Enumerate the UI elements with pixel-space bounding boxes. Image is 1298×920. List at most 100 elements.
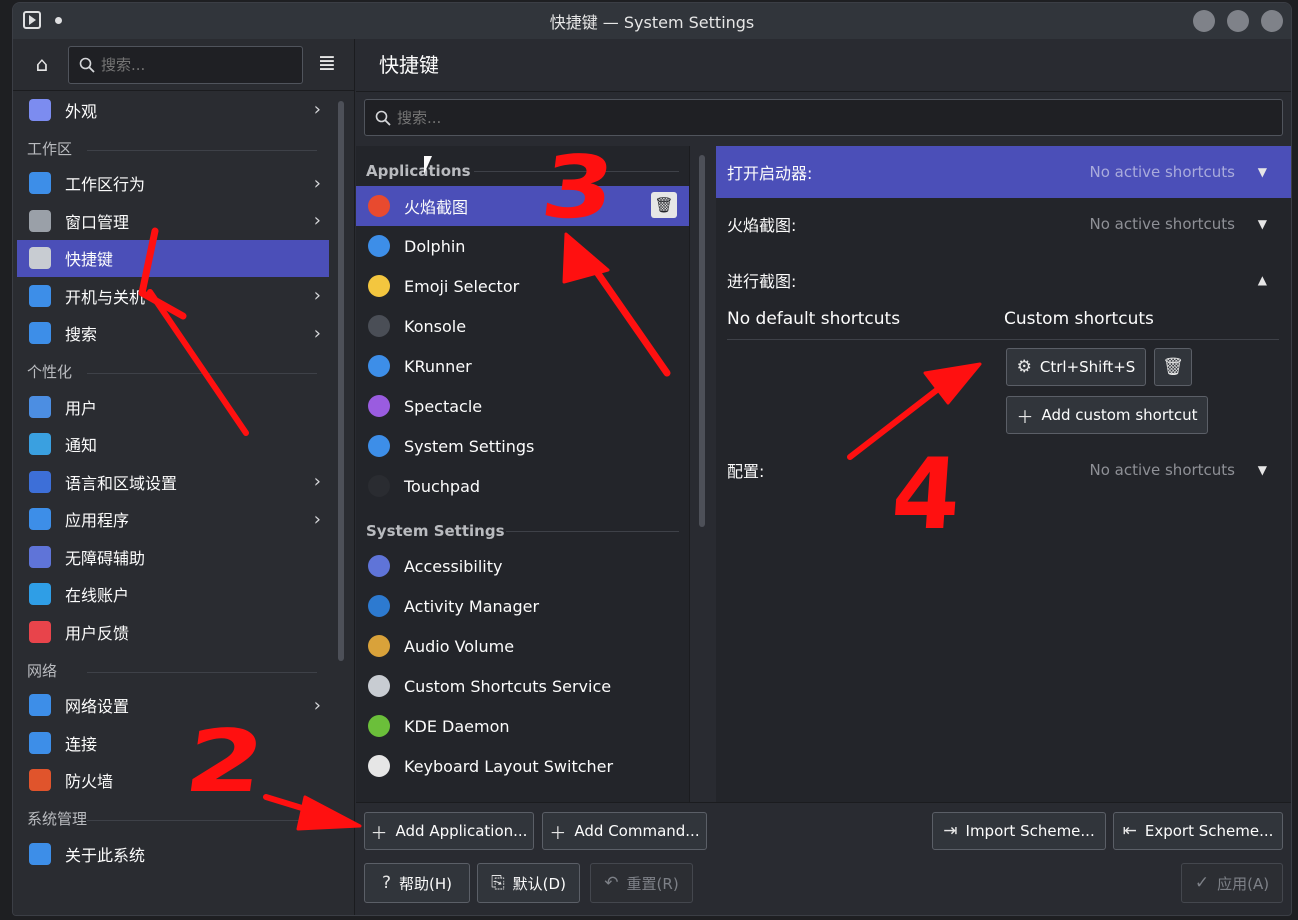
shortcut-search-input[interactable]: [397, 108, 797, 127]
application-item-label: Dolphin: [404, 236, 466, 256]
delete-shortcut-button[interactable]: 🗑: [1154, 348, 1192, 386]
sidebar-search-input[interactable]: [101, 56, 281, 74]
window-menu-icon[interactable]: [23, 11, 41, 29]
application-list-item[interactable]: Dolphin: [356, 226, 689, 266]
appearance-icon: [29, 98, 51, 121]
add-application-label: Add Application...: [395, 822, 528, 840]
remove-application-trash-icon[interactable]: 🗑: [651, 192, 677, 218]
application-list-item[interactable]: Emoji Selector: [356, 266, 689, 306]
application-list-item[interactable]: Custom Shortcuts Service: [356, 666, 689, 706]
application-item-label: Konsole: [404, 316, 467, 336]
add-command-button[interactable]: ＋ Add Command...: [542, 812, 707, 850]
sidebar-item[interactable]: 用户反馈: [17, 613, 329, 651]
activity-icon: [368, 595, 390, 617]
network-icon: [29, 694, 51, 717]
search-icon: [29, 322, 51, 345]
chevron-right-icon: ›: [313, 694, 321, 716]
add-application-button[interactable]: ＋ Add Application...: [364, 812, 534, 850]
sidebar-item[interactable]: 快捷键: [17, 239, 329, 277]
expand-arrow-icon[interactable]: ▼: [1258, 463, 1267, 477]
sidebar-item[interactable]: 防火墙: [17, 762, 329, 800]
shortcut-row[interactable]: 进行截图: ▲: [716, 254, 1291, 306]
sidebar-item[interactable]: 通知: [17, 426, 329, 464]
sidebar-item[interactable]: 外观 ›: [17, 91, 329, 129]
sidebar-list: 外观 › 工作区 工作区行为 › 窗口管理 › 快捷键 开机与关机 › 搜索 › 个性化 用户 通知 语言和区…: [17, 91, 329, 873]
close-button[interactable]: [1261, 10, 1283, 32]
application-list-item[interactable]: Accessibility: [356, 546, 689, 586]
shortcut-row[interactable]: 配置: No active shortcuts ▼: [716, 444, 1291, 496]
shortcut-action-name: 进行截图:: [727, 272, 797, 291]
footer-divider: [356, 802, 1291, 803]
home-icon[interactable]: ⌂: [31, 53, 53, 75]
sidebar-item[interactable]: 用户: [17, 388, 329, 426]
apply-button[interactable]: ✓ 应用(A): [1181, 863, 1283, 903]
title-bar[interactable]: 快捷键 — System Settings: [13, 3, 1291, 39]
custom-shortcut-button[interactable]: ⚙ Ctrl+Shift+S: [1006, 348, 1146, 386]
sidebar-scrollbar[interactable]: [338, 101, 344, 661]
default-shortcuts-header: No default shortcuts: [727, 309, 901, 329]
sidebar-item[interactable]: 连接: [17, 724, 329, 762]
add-custom-shortcut-button[interactable]: ＋ Add custom shortcut: [1006, 396, 1208, 434]
shortcut-search[interactable]: [364, 99, 1283, 136]
sidebar-item[interactable]: 搜索 ›: [17, 315, 329, 353]
shortcut-action-name: 火焰截图:: [727, 216, 797, 235]
sidebar-item[interactable]: 关于此系统: [17, 835, 329, 873]
application-item-label: Spectacle: [404, 396, 483, 416]
notification-icon: [29, 433, 51, 456]
plus-icon: ＋: [549, 823, 567, 844]
hamburger-menu-icon[interactable]: ≣: [316, 52, 338, 76]
sidebar-item[interactable]: 应用程序 ›: [17, 501, 329, 539]
chevron-right-icon: ›: [313, 322, 321, 344]
application-item-label: 火焰截图: [404, 198, 469, 217]
collapse-arrow-icon[interactable]: ▲: [1258, 273, 1267, 287]
sidebar-item[interactable]: 窗口管理 ›: [17, 202, 329, 240]
export-scheme-button[interactable]: ⇤ Export Scheme...: [1113, 812, 1283, 850]
import-scheme-button[interactable]: ⇥ Import Scheme...: [932, 812, 1106, 850]
application-section-header: Applications: [356, 146, 689, 186]
defaults-icon: ⎘: [491, 873, 505, 893]
info-icon: [29, 842, 51, 865]
sidebar-item[interactable]: 语言和区域设置 ›: [17, 463, 329, 501]
help-button[interactable]: ? 帮助(H): [364, 863, 470, 903]
maximize-button[interactable]: [1227, 10, 1249, 32]
sidebar-item[interactable]: 开机与关机 ›: [17, 277, 329, 315]
sidebar-item[interactable]: 无障碍辅助: [17, 538, 329, 576]
application-item-label: Keyboard Layout Switcher: [404, 756, 614, 776]
application-list-item[interactable]: Audio Volume: [356, 626, 689, 666]
pin-icon[interactable]: [55, 16, 62, 24]
sidebar-item[interactable]: 网络设置 ›: [17, 687, 329, 725]
chevron-right-icon: ›: [313, 285, 321, 307]
sidebar-item-label: 连接: [65, 734, 98, 754]
application-list-item[interactable]: 火焰截图 🗑: [356, 186, 689, 226]
reset-button[interactable]: ↶ 重置(R): [590, 863, 693, 903]
expand-arrow-icon[interactable]: ▼: [1258, 165, 1267, 179]
sidebar-item[interactable]: 工作区行为 ›: [17, 165, 329, 203]
application-list-item[interactable]: Keyboard Layout Switcher: [356, 746, 689, 786]
workspace-icon: [29, 172, 51, 195]
plus-icon: ＋: [1016, 407, 1034, 428]
defaults-label: 默认(D): [512, 874, 566, 893]
sidebar-item-label: 快捷键: [65, 250, 114, 270]
reset-label: 重置(R): [626, 874, 679, 893]
sidebar-search[interactable]: [68, 46, 303, 84]
expand-arrow-icon[interactable]: ▼: [1258, 217, 1267, 231]
apply-label: 应用(A): [1217, 874, 1270, 893]
application-list-item[interactable]: Spectacle: [356, 386, 689, 426]
sidebar-item-label: 语言和区域设置: [65, 473, 178, 493]
shortcut-row[interactable]: 火焰截图: No active shortcuts ▼: [716, 198, 1291, 250]
application-list-item[interactable]: Activity Manager: [356, 586, 689, 626]
application-list-scrollbar[interactable]: [699, 155, 705, 527]
application-list-item[interactable]: Konsole: [356, 306, 689, 346]
defaults-button[interactable]: ⎘ 默认(D): [477, 863, 580, 903]
application-list-item[interactable]: KRunner: [356, 346, 689, 386]
application-list-item[interactable]: System Settings: [356, 426, 689, 466]
firewall-icon: [29, 769, 51, 792]
import-icon: ⇥: [943, 821, 958, 841]
sidebar-item[interactable]: 在线账户: [17, 576, 329, 614]
search-icon: [79, 57, 95, 73]
application-section-header: System Settings: [356, 506, 689, 546]
application-list-item[interactable]: KDE Daemon: [356, 706, 689, 746]
application-list-item[interactable]: Touchpad: [356, 466, 689, 506]
minimize-button[interactable]: [1193, 10, 1215, 32]
shortcut-row[interactable]: 打开启动器: No active shortcuts ▼: [716, 146, 1291, 198]
